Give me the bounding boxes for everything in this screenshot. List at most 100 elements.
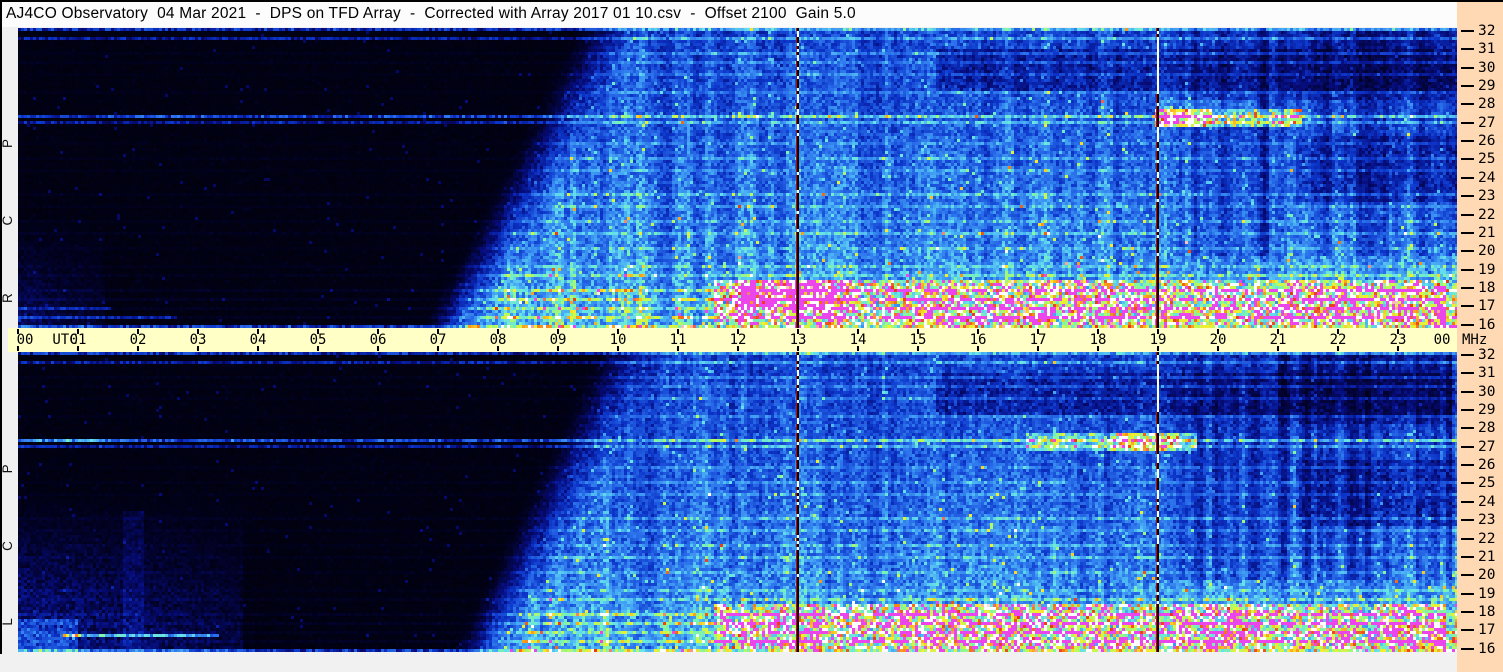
- time-label: 07: [429, 332, 447, 348]
- time-label: 06: [369, 332, 387, 348]
- time-label: 04: [249, 332, 267, 348]
- freq-label: 16: [1478, 316, 1496, 333]
- freq-label: 31: [1478, 365, 1496, 382]
- freq-label: 22: [1478, 206, 1496, 223]
- freq-tick: [1461, 372, 1474, 375]
- freq-label: 28: [1478, 420, 1496, 437]
- freq-tick: [1461, 354, 1474, 356]
- freq-label: 20: [1478, 243, 1496, 260]
- freq-label: 27: [1478, 438, 1496, 455]
- freq-tick: [1461, 574, 1474, 577]
- freq-label: 19: [1478, 261, 1496, 278]
- freq-label: 26: [1478, 457, 1496, 474]
- time-label: 12: [729, 332, 747, 348]
- freq-label: 21: [1478, 224, 1496, 241]
- freq-tick: [1461, 250, 1474, 253]
- freq-tick: [1461, 103, 1474, 106]
- time-label: 22: [1329, 332, 1347, 348]
- freq-tick: [1461, 610, 1474, 613]
- time-label: 21: [1269, 332, 1287, 348]
- frame-border-left: [0, 0, 2, 654]
- freq-tick: [1461, 140, 1474, 143]
- freq-label: 26: [1478, 133, 1496, 150]
- time-label: 18: [1089, 332, 1107, 348]
- freq-tick: [1461, 647, 1474, 650]
- freq-tick: [1461, 500, 1474, 503]
- freq-tick: [1461, 482, 1474, 485]
- time-label: 00: [16, 332, 34, 348]
- time-label: 14: [849, 332, 867, 348]
- freq-tick: [1461, 286, 1474, 289]
- time-label: 20: [1209, 332, 1227, 348]
- freq-label: 31: [1478, 41, 1496, 58]
- panel-label-lcp: L C P: [0, 432, 15, 626]
- time-label: 02: [129, 332, 147, 348]
- freq-label: 27: [1478, 114, 1496, 131]
- freq-tick: [1461, 629, 1474, 632]
- time-label: 17: [1029, 332, 1047, 348]
- freq-tick: [1461, 121, 1474, 124]
- freq-label: 21: [1478, 548, 1496, 565]
- freq-tick: [1461, 48, 1474, 51]
- panel-label-rcp: R C P: [0, 107, 15, 304]
- freq-label: 25: [1478, 151, 1496, 168]
- time-label: 23: [1389, 332, 1407, 348]
- time-label: 10: [609, 332, 627, 348]
- time-axis-band: 00 01 02 03 04 05 06 07 08 09 10 11 12 13 14 15 16 17 18 19…: [8, 328, 1459, 352]
- freq-label: 22: [1478, 530, 1496, 547]
- freq-tick: [1461, 30, 1474, 32]
- frame-border-top: [0, 0, 1503, 2]
- spectrogram-panel-rcp: [18, 28, 1458, 328]
- freq-label: 30: [1478, 383, 1496, 400]
- time-label: 13: [789, 332, 807, 348]
- title-bar: AJ4CO Observatory 04 Mar 2021 - DPS on T…: [0, 0, 1457, 27]
- freq-tick: [1461, 305, 1474, 308]
- time-label: 16: [969, 332, 987, 348]
- freq-label: 28: [1478, 96, 1496, 113]
- freq-label: 24: [1478, 493, 1496, 510]
- freq-tick: [1461, 66, 1474, 69]
- time-label: 11: [669, 332, 687, 348]
- freq-label: 17: [1478, 298, 1496, 315]
- time-label: 08: [489, 332, 507, 348]
- freq-tick: [1461, 390, 1474, 393]
- freq-tick: [1461, 445, 1474, 448]
- freq-tick: [1461, 555, 1474, 558]
- freq-label: 23: [1478, 188, 1496, 205]
- spectrogram-panel-lcp: [18, 352, 1458, 652]
- freq-label: 19: [1478, 585, 1496, 602]
- time-label: 19: [1149, 332, 1167, 348]
- time-label: 15: [909, 332, 927, 348]
- freq-tick: [1461, 537, 1474, 540]
- freq-tick: [1461, 176, 1474, 179]
- freq-tick: [1461, 195, 1474, 198]
- freq-tick: [1461, 323, 1474, 326]
- freq-tick: [1461, 158, 1474, 161]
- freq-label: 20: [1478, 567, 1496, 584]
- freq-tick: [1461, 427, 1474, 430]
- freq-tick: [1461, 231, 1474, 234]
- freq-label: 25: [1478, 475, 1496, 492]
- freq-label: 32: [1478, 347, 1496, 363]
- freq-label: 18: [1478, 279, 1496, 296]
- window-title: AJ4CO Observatory 04 Mar 2021 - DPS on T…: [6, 5, 856, 22]
- time-label: 09: [549, 332, 567, 348]
- freq-label: 30: [1478, 59, 1496, 76]
- freq-label: 24: [1478, 169, 1496, 186]
- freq-tick: [1461, 213, 1474, 216]
- time-label: 05: [309, 332, 327, 348]
- freq-unit-label: MHz: [1462, 332, 1488, 348]
- frequency-scale-column: 32 31 30 29 28 27 26 25 24 23 22 21 20 19 18 17 16 32 31 30…: [1457, 0, 1503, 672]
- freq-label: 18: [1478, 603, 1496, 620]
- time-unit-label: UTC: [52, 332, 78, 348]
- freq-label: 29: [1478, 402, 1496, 419]
- freq-tick: [1461, 592, 1474, 595]
- spectrograph-viewer: AJ4CO Observatory 04 Mar 2021 - DPS on T…: [0, 0, 1503, 672]
- freq-label: 16: [1478, 640, 1496, 657]
- freq-tick: [1461, 268, 1474, 271]
- freq-tick: [1461, 519, 1474, 522]
- freq-label: 23: [1478, 512, 1496, 529]
- freq-tick: [1461, 85, 1474, 88]
- time-label: 00: [1433, 332, 1451, 348]
- freq-label: 29: [1478, 78, 1496, 95]
